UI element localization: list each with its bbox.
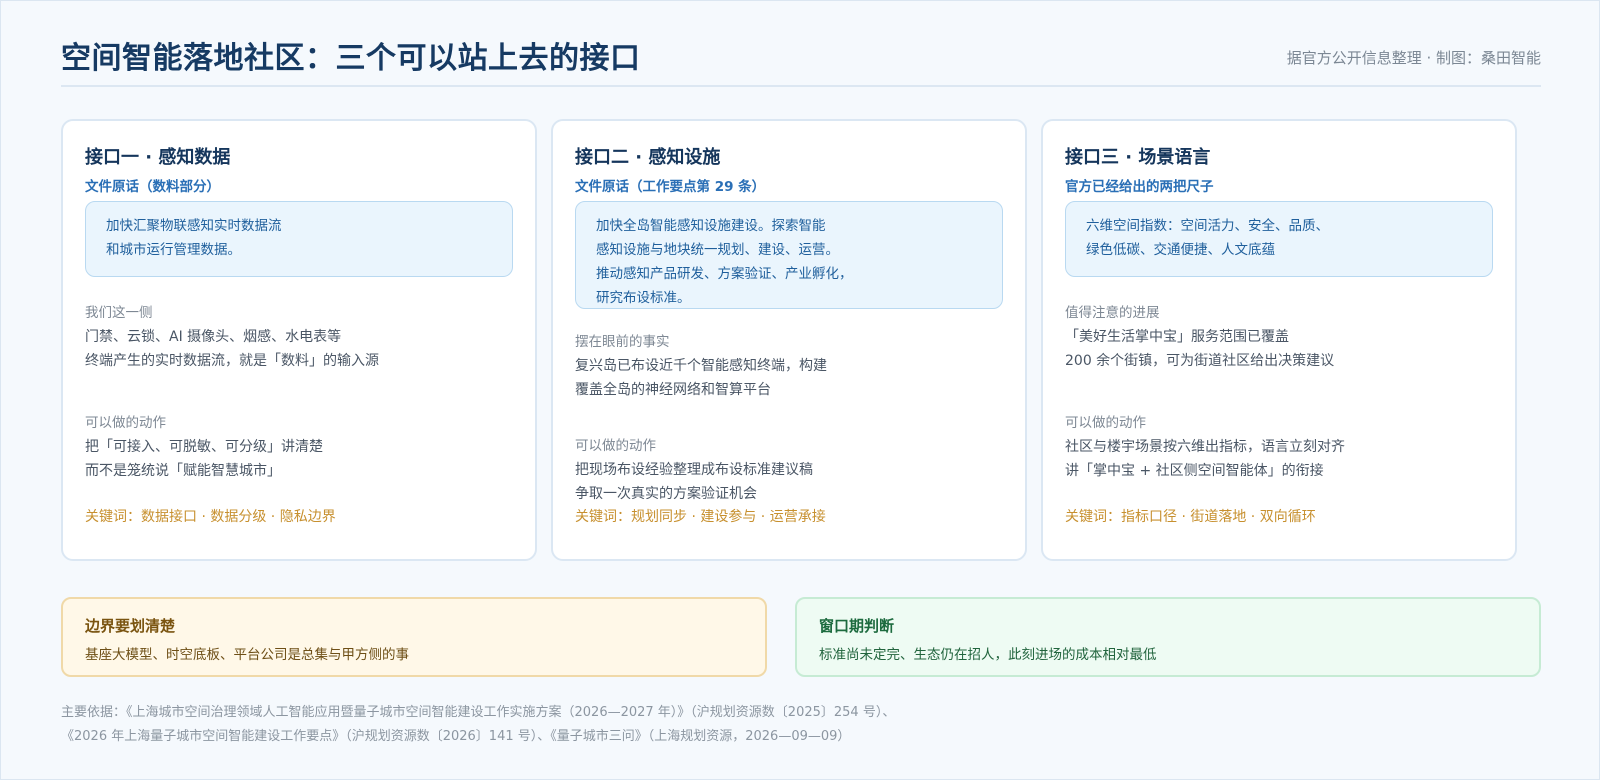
section-label: 摆在眼前的事实: [575, 334, 670, 350]
footnote-line: 主要依据：《上海城市空间治理领域人工智能应用暨量子城市空间智能建设工作实施方案（…: [61, 705, 896, 720]
quote-line: 感知设施与地块统一规划、建设、运营。: [596, 242, 839, 258]
quote-line: 推动感知产品研发、方案验证、产业孵化，: [596, 266, 853, 282]
sources-footnote: 主要依据：《上海城市空间治理领域人工智能应用暨量子城市空间智能建设工作实施方案（…: [61, 701, 1541, 749]
callout-title: 窗口期判断: [819, 617, 895, 635]
card-title: 接口三 · 场景语言: [1065, 147, 1211, 168]
body-line: 覆盖全岛的神经网络和智算平台: [575, 382, 771, 398]
card-title: 接口二 · 感知设施: [575, 147, 721, 168]
card-interface-1: 接口一 · 感知数据 文件原话（数料部分） 加快汇聚物联感知实时数据流 和城市运…: [61, 119, 537, 561]
body-line: 「美好生活掌中宝」服务范围已覆盖: [1065, 329, 1289, 345]
body-line: 门禁、云锁、AI 摄像头、烟感、水电表等: [85, 329, 342, 345]
body-line: 争取一次真实的方案验证机会: [575, 486, 757, 502]
page-title: 空间智能落地社区：三个可以站上去的接口: [61, 41, 641, 76]
keywords: 关键词：数据接口 · 数据分级 · 隐私边界: [85, 509, 336, 525]
callout-body: 基座大模型、时空底板、平台公司是总集与甲方侧的事: [85, 647, 409, 663]
callout-body: 标准尚未定完、生态仍在招人，此刻进场的成本相对最低: [819, 647, 1157, 663]
body-line: 把「可接入、可脱敏、可分级」讲清楚: [85, 439, 323, 455]
callout-title: 边界要划清楚: [85, 617, 176, 635]
section-label: 可以做的动作: [1065, 415, 1146, 431]
quote-line: 绿色低碳、交通便捷、人文底蕴: [1086, 242, 1275, 258]
quote-line: 六维空间指数：空间活力、安全、品质、: [1086, 218, 1329, 234]
body-line: 复兴岛已布设近千个智能感知终端，构建: [575, 358, 827, 374]
card-subtitle: 文件原话（数料部分）: [85, 179, 220, 195]
body-line: 终端产生的实时数据流，就是「数料」的输入源: [85, 353, 379, 369]
body-line: 把现场布设经验整理成布设标准建议稿: [575, 462, 813, 478]
quote-line: 研究布设标准。: [596, 290, 691, 306]
card-interface-2: 接口二 · 感知设施 文件原话（工作要点第 29 条） 加快全岛智能感知设施建设…: [551, 119, 1027, 561]
body-line: 而不是笼统说「赋能智慧城市」: [85, 463, 281, 479]
section-label: 可以做的动作: [85, 415, 166, 431]
card-interface-3: 接口三 · 场景语言 官方已经给出的两把尺子 六维空间指数：空间活力、安全、品质…: [1041, 119, 1517, 561]
section-body: 「美好生活掌中宝」服务范围已覆盖 200 余个街镇，可为街道社区给出决策建议: [1065, 325, 1495, 373]
section-body: 门禁、云锁、AI 摄像头、烟感、水电表等 终端产生的实时数据流，就是「数料」的输…: [85, 325, 515, 373]
card-title: 接口一 · 感知数据: [85, 147, 231, 168]
card-subtitle: 文件原话（工作要点第 29 条）: [575, 179, 766, 195]
card-subtitle: 官方已经给出的两把尺子: [1065, 179, 1214, 195]
interface-cards: 接口一 · 感知数据 文件原话（数料部分） 加快汇聚物联感知实时数据流 和城市运…: [61, 119, 1541, 561]
body-line: 200 余个街镇，可为街道社区给出决策建议: [1065, 353, 1335, 369]
body-line: 讲「掌中宝 + 社区侧空间智能体」的衔接: [1065, 463, 1324, 479]
page: 空间智能落地社区：三个可以站上去的接口 据官方公开信息整理 · 制图：桑田智能 …: [0, 0, 1600, 780]
section-body: 社区与楼宇场景按六维出指标，语言立刻对齐 讲「掌中宝 + 社区侧空间智能体」的衔…: [1065, 435, 1495, 483]
footnote-line: 《2026 年上海量子城市空间智能建设工作要点》（沪规划资源数〔2026〕141…: [61, 729, 851, 744]
credit-text: 据官方公开信息整理 · 制图：桑田智能: [1286, 49, 1541, 67]
quote-line: 和城市运行管理数据。: [106, 242, 241, 258]
section-body: 把现场布设经验整理成布设标准建议稿 争取一次真实的方案验证机会: [575, 458, 1005, 506]
keywords: 关键词：指标口径 · 街道落地 · 双向循环: [1065, 509, 1316, 525]
header: 空间智能落地社区：三个可以站上去的接口 据官方公开信息整理 · 制图：桑田智能: [61, 31, 1541, 87]
section-label: 我们这一侧: [85, 305, 153, 321]
section-body: 把「可接入、可脱敏、可分级」讲清楚 而不是笼统说「赋能智慧城市」: [85, 435, 515, 483]
body-line: 社区与楼宇场景按六维出指标，语言立刻对齐: [1065, 439, 1345, 455]
quote-box: 六维空间指数：空间活力、安全、品质、 绿色低碳、交通便捷、人文底蕴: [1065, 201, 1493, 277]
quote-line: 加快汇聚物联感知实时数据流: [106, 218, 282, 234]
keywords: 关键词：规划同步 · 建设参与 · 运营承接: [575, 509, 826, 525]
boundary-callout: 边界要划清楚 基座大模型、时空底板、平台公司是总集与甲方侧的事: [61, 597, 767, 677]
quote-box: 加快汇聚物联感知实时数据流 和城市运行管理数据。: [85, 201, 513, 277]
section-body: 复兴岛已布设近千个智能感知终端，构建 覆盖全岛的神经网络和智算平台: [575, 354, 1005, 402]
section-label: 值得注意的进展: [1065, 305, 1160, 321]
quote-box: 加快全岛智能感知设施建设。探索智能 感知设施与地块统一规划、建设、运营。 推动感…: [575, 201, 1003, 309]
window-callout: 窗口期判断 标准尚未定完、生态仍在招人，此刻进场的成本相对最低: [795, 597, 1541, 677]
quote-line: 加快全岛智能感知设施建设。探索智能: [596, 218, 826, 234]
section-label: 可以做的动作: [575, 438, 656, 454]
